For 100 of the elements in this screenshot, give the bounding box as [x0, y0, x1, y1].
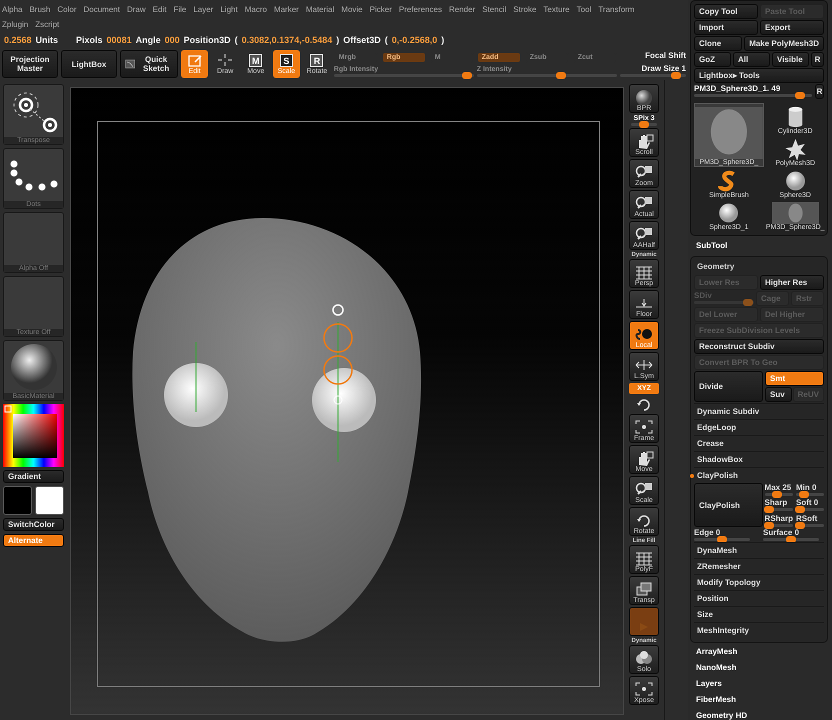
divide-button[interactable]: Divide — [694, 371, 763, 402]
menu-item[interactable]: Draw — [126, 5, 146, 14]
panel-header[interactable]: NanoMesh — [690, 659, 828, 675]
slider-label: Draw Size 1 — [642, 64, 686, 73]
status-label: ( — [234, 35, 238, 45]
panel-header[interactable]: ArrayMesh — [690, 643, 828, 659]
menu-item[interactable]: Stencil — [482, 5, 506, 14]
slider-thumb[interactable] — [639, 121, 650, 128]
menu-item[interactable]: Material — [306, 5, 334, 14]
crosshair-icon — [217, 53, 234, 67]
tool-button[interactable]: Clone — [694, 36, 742, 51]
tool-button[interactable]: GoZ — [694, 52, 731, 67]
status-value: 00081 — [106, 35, 132, 45]
tool-button[interactable]: Copy Tool — [694, 4, 758, 19]
slider-thumb[interactable] — [799, 491, 810, 498]
subpanel-header[interactable]: Position — [694, 590, 824, 606]
menu-item[interactable]: Tool — [576, 5, 592, 14]
menu-item[interactable]: Light — [220, 5, 238, 14]
panel-header[interactable]: FiberMesh — [690, 691, 828, 707]
menu-item[interactable]: Preferences — [398, 5, 442, 14]
local-icon — [634, 326, 654, 342]
menu-item[interactable]: Brush — [29, 5, 50, 14]
slider-thumb[interactable] — [795, 506, 806, 514]
frame-icon — [634, 681, 654, 697]
lightbox-button[interactable]: LightBox — [60, 50, 117, 78]
slider-label: Edge 0 — [694, 528, 722, 537]
panel-header[interactable]: Geometry — [694, 258, 824, 275]
tool-button[interactable]: Visible — [772, 52, 809, 67]
subpanel-header[interactable]: Modify Topology — [694, 574, 824, 590]
pencil-square-icon — [186, 53, 203, 67]
subpanel-header[interactable]: MeshIntegrity — [694, 622, 824, 638]
claypolish-button[interactable]: ClayPolish — [694, 483, 763, 527]
tool-button[interactable]: Export — [760, 20, 824, 35]
menu-item[interactable]: Stroke — [513, 5, 536, 14]
mesh-thumbnail — [772, 202, 819, 224]
menu-item[interactable]: Layer — [193, 5, 214, 14]
grid-icon — [634, 550, 654, 566]
slider-thumb[interactable] — [462, 72, 472, 78]
status-value: 0.2568 — [4, 35, 32, 45]
panel-header[interactable]: SubTool — [690, 236, 828, 255]
subpanel-header[interactable]: ShadowBox — [694, 451, 824, 467]
subpanel-header[interactable]: EdgeLoop — [694, 419, 824, 435]
geometry-button[interactable]: Reconstruct Subdiv — [694, 339, 824, 354]
subpanel-header[interactable]: DynaMesh — [694, 542, 824, 558]
menu-item[interactable]: Macro — [244, 5, 267, 14]
status-value: 0,-0.2568,0 — [392, 35, 438, 45]
slider-thumb[interactable] — [764, 522, 774, 529]
magnifier-icon — [634, 195, 654, 211]
slider-label: Surface 0 — [763, 528, 800, 537]
reset-button[interactable]: R — [815, 84, 824, 99]
slider-label: Min 0 — [796, 483, 818, 492]
primary-color-swatch[interactable] — [3, 486, 32, 515]
subpanel-header[interactable]: Dynamic Subdiv — [694, 403, 824, 419]
secondary-color-swatch[interactable] — [35, 486, 64, 515]
tool-button[interactable]: R — [811, 52, 824, 67]
tool-button[interactable]: Import — [694, 20, 758, 35]
slider-thumb[interactable] — [556, 72, 566, 78]
viewport[interactable] — [70, 87, 624, 715]
menu-item[interactable]: Picker — [370, 5, 392, 14]
quick-sketch-button[interactable]: Quick Sketch — [120, 50, 178, 78]
slider-label: RSoft — [796, 514, 818, 523]
menu-item[interactable]: Alpha — [2, 5, 22, 14]
menu-item[interactable]: Zscript — [35, 20, 60, 29]
slider-thumb[interactable] — [795, 92, 806, 99]
subpanel-header[interactable]: Size — [694, 606, 824, 622]
subpanel-header[interactable]: Crease — [694, 435, 824, 451]
menu-item[interactable]: Edit — [152, 5, 166, 14]
tool-button[interactable]: Lightbox▸ Tools — [694, 68, 824, 83]
subpanel-header[interactable]: ZRemesher — [694, 558, 824, 574]
geometry-button[interactable]: Higher Res — [760, 275, 824, 290]
menu-item[interactable]: Texture — [543, 5, 570, 14]
status-label: ) — [441, 35, 444, 45]
shelf-button[interactable] — [629, 607, 660, 636]
status-label: ) — [336, 35, 340, 45]
projection-master-button[interactable]: Projection Master — [2, 50, 58, 78]
menu-item[interactable]: Marker — [274, 5, 299, 14]
menu-item[interactable]: Transform — [598, 5, 634, 14]
toggle-button[interactable]: Suv — [765, 387, 792, 402]
tool-button[interactable]: Make PolyMesh3D — [744, 36, 824, 51]
menu-item[interactable]: Color — [57, 5, 76, 14]
slider-thumb[interactable] — [671, 72, 682, 79]
status-value: 0.3082,0.1374,-0.5484 — [242, 35, 332, 45]
switch-color-button[interactable]: SwitchColor — [3, 518, 64, 531]
panel-header[interactable]: Layers — [690, 675, 828, 691]
tool-button[interactable]: All — [733, 52, 770, 67]
menu-item[interactable]: File — [173, 5, 186, 14]
menu-item[interactable]: Document — [84, 5, 120, 14]
menu-item[interactable]: Movie — [341, 5, 363, 14]
layers-icon — [634, 581, 654, 597]
slider-thumb[interactable] — [795, 522, 806, 529]
status-label: Pixols — [76, 35, 103, 45]
slider-thumb[interactable] — [764, 506, 774, 514]
color-picker — [3, 404, 64, 467]
slider-label: Sharp — [764, 498, 788, 508]
menu-item[interactable]: Zplugin — [2, 20, 28, 29]
magnifier-icon — [634, 481, 654, 497]
gradient-button[interactable]: Gradient — [3, 470, 64, 483]
menu-item[interactable]: Render — [449, 5, 476, 14]
slider-thumb[interactable] — [772, 491, 782, 498]
panel-header[interactable]: Geometry HD — [690, 707, 828, 720]
